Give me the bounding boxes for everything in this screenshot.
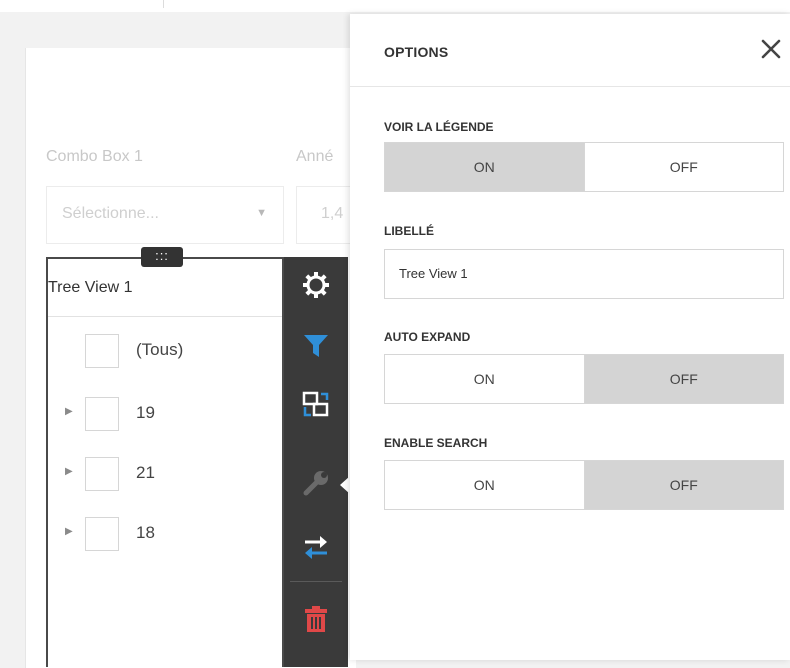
filter-icon	[304, 335, 328, 357]
widget-toolbar	[284, 257, 348, 667]
gear-icon	[303, 272, 329, 298]
delete-button[interactable]	[284, 593, 348, 645]
second-filter-input[interactable]: 1,4	[296, 186, 356, 244]
combo-box-label: Combo Box 1	[46, 148, 143, 165]
options-panel: OPTIONS VOIR LA LÉGENDE ON OFF LIBELLÉ A…	[350, 14, 790, 660]
expand-arrow-icon[interactable]: ▶	[65, 406, 73, 417]
dropdown-arrow-icon[interactable]: ▼	[256, 207, 267, 219]
filter-button[interactable]	[284, 319, 348, 371]
tree-item-label: (Tous)	[136, 340, 184, 359]
wrench-button[interactable]	[284, 457, 348, 509]
second-filter-label: Anné	[296, 148, 334, 165]
expand-arrow-icon[interactable]: ▶	[65, 526, 73, 537]
tree-item[interactable]: ▶ 18	[48, 515, 282, 555]
enable-search-label: ENABLE SEARCH	[384, 436, 488, 450]
libelle-label: LIBELLÉ	[384, 224, 434, 238]
tree-item-checkbox[interactable]	[85, 517, 119, 551]
legend-on-button[interactable]: ON	[385, 143, 585, 191]
tree-item-all[interactable]: (Tous)	[48, 332, 282, 372]
options-header: OPTIONS	[350, 14, 790, 87]
close-icon[interactable]	[758, 36, 784, 62]
libelle-input[interactable]	[399, 250, 759, 296]
tree-view-divider	[48, 316, 282, 317]
swap-icon	[305, 536, 327, 559]
legend-label: VOIR LA LÉGENDE	[384, 120, 494, 134]
tree-view-title: Tree View 1	[48, 279, 133, 296]
convert-button[interactable]	[284, 379, 348, 431]
tree-item[interactable]: ▶ 21	[48, 455, 282, 495]
tree-view-widget[interactable]: Tree View 1 (Tous) ▶ 19 ▶ 21 ▶ 18	[46, 257, 284, 667]
auto-expand-label: AUTO EXPAND	[384, 330, 471, 344]
tree-item-label: 19	[136, 403, 155, 422]
enable-search-on-button[interactable]: ON	[385, 461, 585, 509]
convert-icon	[302, 391, 329, 417]
toolbar-divider	[290, 581, 342, 582]
tree-item-checkbox[interactable]	[85, 457, 119, 491]
combo-box-placeholder: Sélectionne...	[62, 205, 159, 222]
tree-item-label: 21	[136, 463, 155, 482]
auto-expand-toggle[interactable]: ON OFF	[384, 354, 784, 404]
wrench-icon	[303, 471, 328, 496]
expand-arrow-icon[interactable]: ▶	[65, 466, 73, 477]
tree-item-checkbox[interactable]	[85, 397, 119, 431]
settings-button[interactable]	[284, 259, 348, 311]
auto-expand-off-button[interactable]: OFF	[584, 355, 783, 403]
enable-search-off-button[interactable]: OFF	[584, 461, 783, 509]
options-title: OPTIONS	[384, 44, 449, 60]
tree-item-label: 18	[136, 523, 155, 542]
legend-toggle[interactable]: ON OFF	[384, 142, 784, 192]
swap-button[interactable]	[284, 521, 348, 573]
enable-search-toggle[interactable]: ON OFF	[384, 460, 784, 510]
auto-expand-on-button[interactable]: ON	[385, 355, 585, 403]
legend-off-button[interactable]: OFF	[585, 143, 784, 191]
trash-icon	[305, 606, 327, 632]
second-filter-value: 1,4	[321, 205, 344, 222]
combo-box[interactable]: Sélectionne... ▼	[46, 186, 284, 244]
tree-item-checkbox[interactable]	[85, 334, 119, 368]
top-strip	[0, 0, 790, 12]
toolbar-pointer	[340, 476, 350, 494]
tree-item[interactable]: ▶ 19	[48, 395, 282, 435]
drag-handle[interactable]: :::	[141, 247, 183, 267]
ruler-tick	[163, 0, 164, 8]
libelle-field[interactable]	[384, 249, 784, 299]
